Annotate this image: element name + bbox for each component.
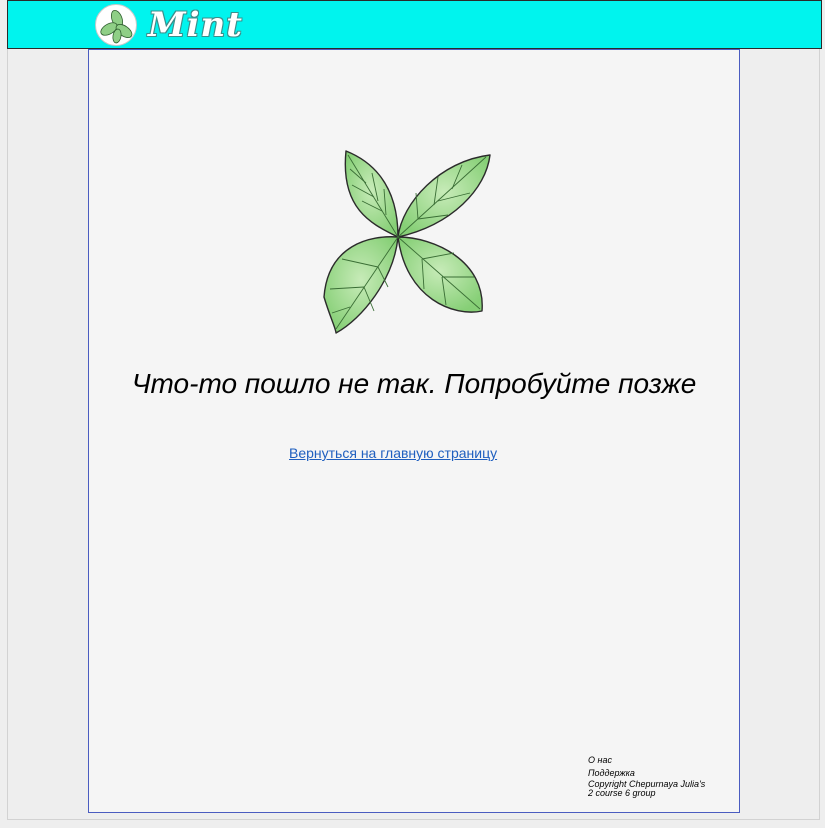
footer: О нас Поддержка Copyright Chepurnaya Jul…	[588, 754, 705, 798]
mint-leaves-image	[323, 150, 491, 334]
error-message: Что-то пошло не так. Попробуйте позже	[131, 368, 697, 399]
footer-about-link[interactable]: О нас	[588, 754, 705, 767]
logo-text[interactable]: Mint	[148, 3, 243, 47]
header-bar: Mint	[7, 0, 822, 49]
mint-leaf-icon	[100, 9, 133, 44]
content-panel: Что-то пошло не так. Попробуйте позже Ве…	[88, 49, 740, 813]
footer-course: 2 course 6 group	[588, 788, 656, 798]
logo-badge[interactable]	[95, 4, 137, 46]
home-link[interactable]: Вернуться на главную страницу	[289, 445, 497, 461]
